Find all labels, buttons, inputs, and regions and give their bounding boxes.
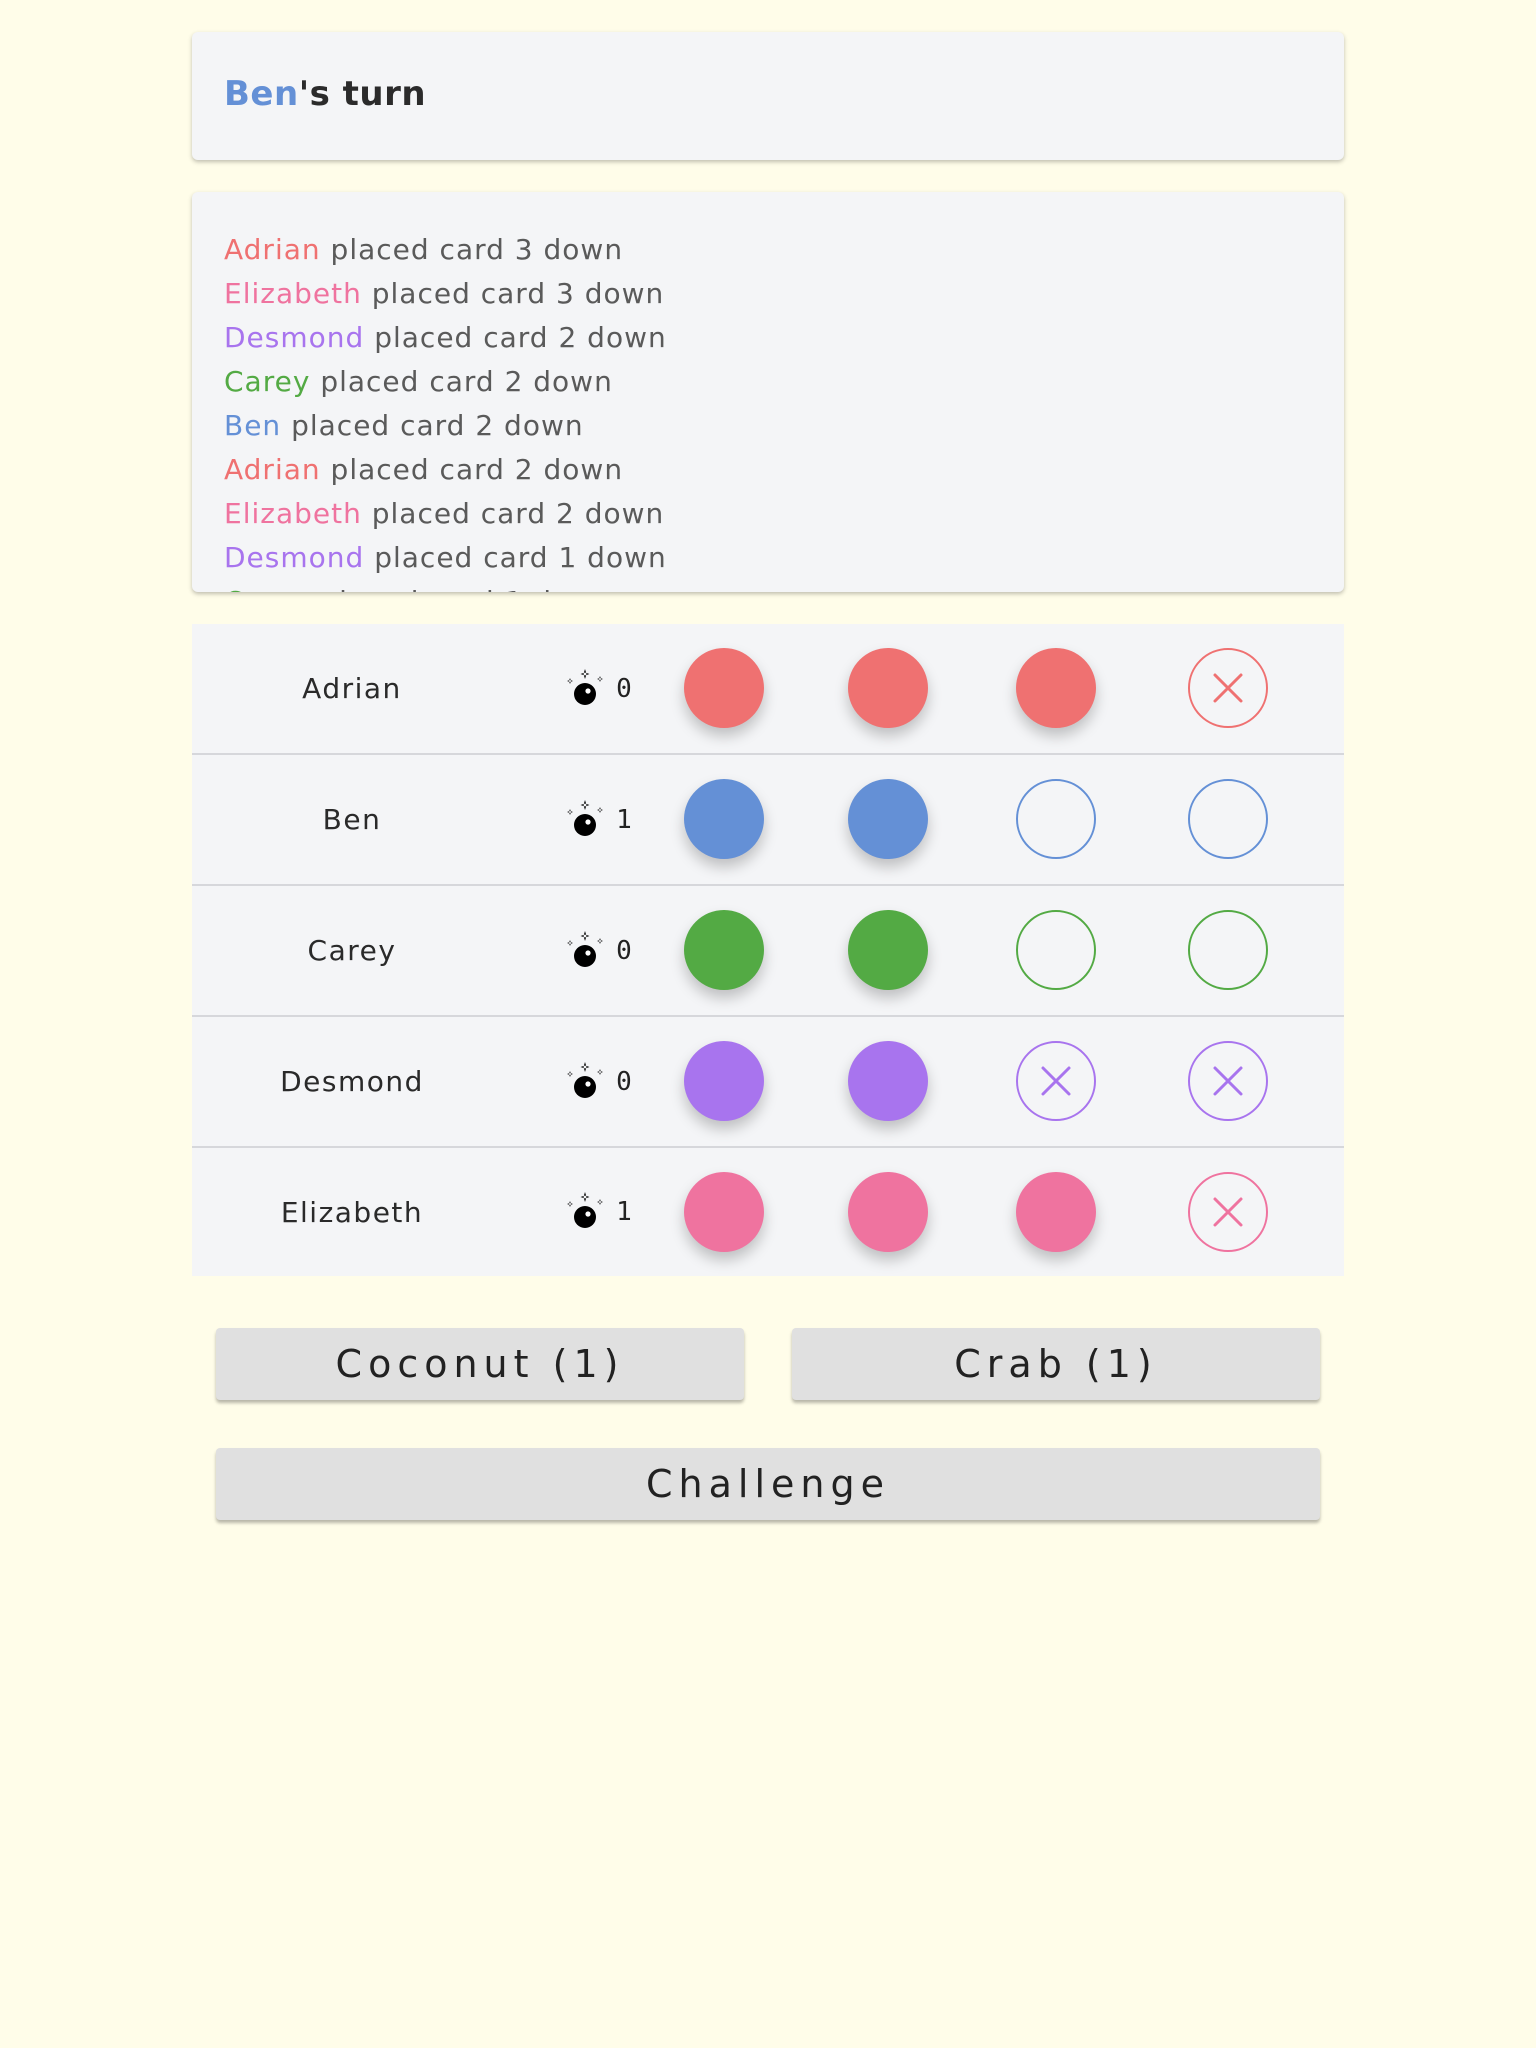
game-log[interactable]: Adrian placed card 3 down Elizabeth place… [192, 192, 1344, 592]
bomb-sparkle-icon [567, 799, 604, 836]
log-action-text: placed card 3 down [371, 277, 665, 310]
player-name: Adrian [302, 672, 402, 705]
log-entry: Desmond placed card 1 down [224, 536, 667, 580]
player-row: Elizabeth 1 [192, 1148, 1344, 1276]
card-slot-empty[interactable] [1188, 910, 1268, 990]
log-player-name: Carey [224, 365, 311, 398]
score-value: 1 [616, 1197, 632, 1227]
score-value: 0 [616, 935, 632, 966]
player-score: 0 [528, 624, 668, 753]
card-down[interactable] [848, 779, 928, 859]
log-action-text: placed card 2 down [291, 409, 584, 442]
player-score: 1 [528, 755, 668, 884]
card-down[interactable] [684, 648, 764, 728]
card-slot-eliminated[interactable] [1188, 1172, 1268, 1252]
log-player-name: Elizabeth [224, 497, 362, 530]
player-name: Ben [322, 803, 382, 836]
close-icon [1041, 1066, 1071, 1096]
card-down[interactable] [684, 910, 764, 990]
log-entry: Adrian placed card 3 down [224, 228, 667, 272]
player-name: Desmond [280, 1065, 424, 1098]
log-entry: Elizabeth placed card 2 down [224, 492, 667, 536]
turn-panel: Ben's turn [192, 32, 1344, 160]
player-score: 0 [528, 1017, 668, 1146]
card-slot-eliminated[interactable] [1188, 648, 1268, 728]
log-entry: Elizabeth placed card 3 down [224, 272, 667, 316]
card-slot-empty[interactable] [1188, 779, 1268, 859]
log-entry: Ben placed card 2 down [224, 404, 667, 448]
log-player-name: Ben [224, 409, 282, 442]
player-row: Carey 0 [192, 886, 1344, 1017]
turn-indicator: Ben's turn [224, 74, 426, 114]
bomb-sparkle-icon [567, 1061, 604, 1098]
card-down[interactable] [848, 1172, 928, 1252]
log-action-text: placed card 1 down [374, 541, 667, 574]
log-action-text: placed card 1 down [320, 585, 613, 592]
card-down[interactable] [684, 779, 764, 859]
log-action-text: placed card 2 down [371, 497, 665, 530]
log-player-name: Carey [224, 585, 310, 592]
score-value: 1 [616, 804, 632, 835]
card-down[interactable] [848, 910, 928, 990]
log-player-name: Elizabeth [224, 277, 362, 310]
crab-button[interactable]: Crab (1) [792, 1328, 1320, 1400]
challenge-button[interactable]: Challenge [216, 1448, 1320, 1520]
player-row: Desmond 0 [192, 1017, 1344, 1148]
bomb-sparkle-icon [567, 1192, 604, 1228]
log-player-name: Adrian [224, 453, 321, 486]
player-row: Ben 1 [192, 755, 1344, 886]
card-slot-eliminated[interactable] [1016, 1041, 1096, 1121]
bomb-sparkle-icon [567, 930, 604, 967]
log-list: Adrian placed card 3 down Elizabeth place… [224, 228, 667, 592]
close-icon [1213, 673, 1243, 703]
turn-suffix: 's turn [298, 74, 427, 114]
log-player-name: Adrian [224, 233, 321, 266]
card-down[interactable] [848, 648, 928, 728]
player-name: Elizabeth [280, 1195, 424, 1229]
log-action-text: placed card 2 down [330, 453, 624, 486]
card-down[interactable] [1016, 1172, 1096, 1252]
log-action-text: placed card 2 down [320, 365, 613, 398]
card-slot-empty[interactable] [1016, 910, 1096, 990]
log-player-name: Desmond [224, 541, 365, 574]
card-down[interactable] [848, 1041, 928, 1121]
turn-player-name: Ben [224, 74, 299, 114]
player-score: 1 [528, 1148, 668, 1276]
log-entry: Carey placed card 1 down [224, 580, 667, 592]
log-action-text: placed card 3 down [330, 233, 624, 266]
player-row: Adrian 0 [192, 624, 1344, 755]
score-value: 0 [616, 673, 632, 704]
close-icon [1213, 1197, 1243, 1227]
player-name: Carey [307, 934, 397, 967]
close-icon [1213, 1066, 1243, 1096]
card-slot-empty[interactable] [1016, 779, 1096, 859]
log-entry: Desmond placed card 2 down [224, 316, 667, 360]
player-score: 0 [528, 886, 668, 1015]
score-value: 0 [616, 1066, 632, 1097]
card-down[interactable] [1016, 648, 1096, 728]
card-down[interactable] [684, 1172, 764, 1252]
players-board: Adrian 0 Ben 1 Carey 0 Desmond 0 Elizabeth 1 [192, 624, 1344, 1276]
log-entry: Adrian placed card 2 down [224, 448, 667, 492]
log-action-text: placed card 2 down [374, 321, 667, 354]
log-entry: Carey placed card 2 down [224, 360, 667, 404]
bomb-sparkle-icon [567, 668, 604, 705]
card-slot-eliminated[interactable] [1188, 1041, 1268, 1121]
log-player-name: Desmond [224, 321, 365, 354]
card-down[interactable] [684, 1041, 764, 1121]
coconut-button[interactable]: Coconut (1) [216, 1328, 744, 1400]
